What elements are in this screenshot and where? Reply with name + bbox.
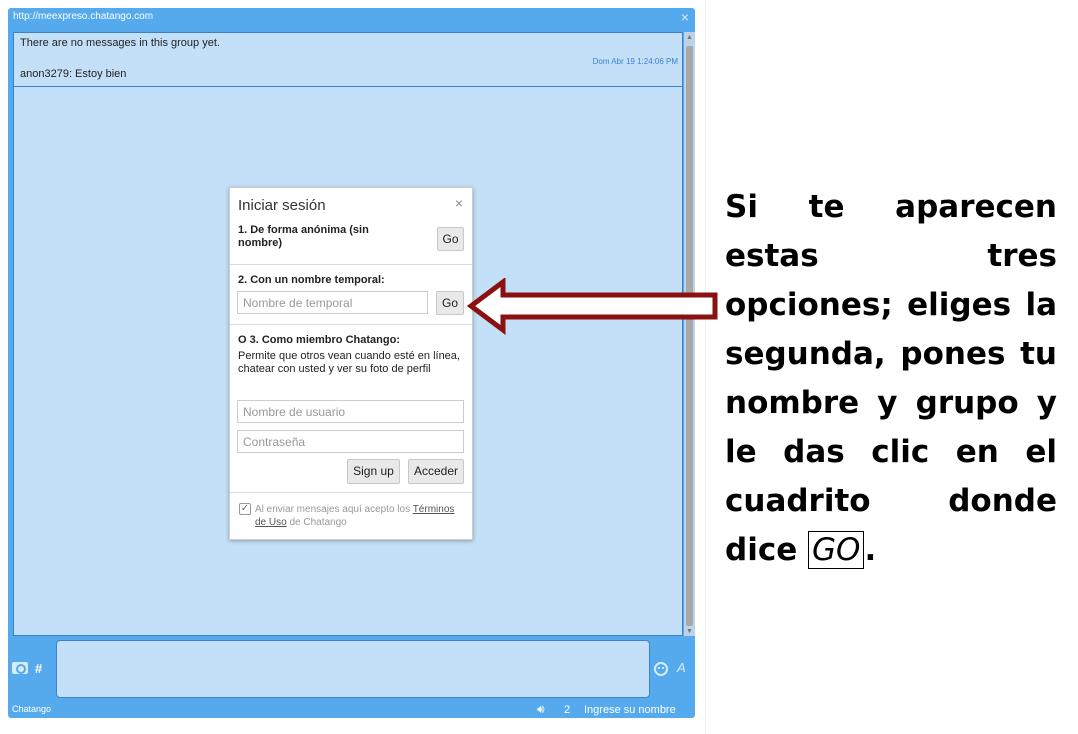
terms-text: Al enviar mensajes aquí acepto los Térmi… [255,503,465,529]
message-divider [14,86,682,87]
temp-name-option-label: 2. Con un nombre temporal: [238,274,385,286]
instruction-text: Si te aparecen estas tres opciones; elig… [725,183,1057,575]
member-option-description: Permite que otros vean cuando esté en lí… [238,350,460,375]
group-url[interactable]: http://meexpreso.chatango.com [13,11,153,22]
chatango-brand-link[interactable]: Chatango [12,704,51,714]
terms-suffix: de Chatango [289,517,347,528]
terms-prefix: Al enviar mensajes aquí acepto los [255,504,411,515]
dialog-divider [230,324,472,325]
dialog-close-icon[interactable]: × [455,195,463,211]
scrollbar-thumb[interactable] [686,46,693,626]
member-option-label: O 3. Como miembro Chatango: [238,334,400,346]
signup-button[interactable]: Sign up [347,459,400,484]
dialog-divider [230,264,472,265]
temp-name-input[interactable] [237,291,428,314]
anonymous-option-label: 1. De forma anónima (sin nombre) [238,224,369,249]
login-button[interactable]: Acceder [408,459,464,484]
camera-icon[interactable] [12,662,28,674]
chat-message: anon3279: Estoy bien [20,68,127,80]
input-bar: # A Chatango 🔊︎ 2 Ingrese su nombre [8,632,695,718]
instruction-body: Si te aparecen estas tres opciones; elig… [725,189,1057,568]
enter-name-link[interactable]: Ingrese su nombre [584,704,676,716]
username-input[interactable] [237,400,464,423]
scroll-up-icon[interactable]: ▲ [686,34,693,41]
anonymous-go-button[interactable]: Go [437,227,464,251]
dialog-divider [230,492,472,493]
password-input[interactable] [237,430,464,453]
close-icon[interactable]: × [681,9,689,25]
empty-group-notice: There are no messages in this group yet. [20,37,220,49]
message-timestamp: Dom Abr 19 1:24:06 PM [592,57,678,66]
title-bar: http://meexpreso.chatango.com × [8,8,695,28]
go-highlight-box: GO [808,531,865,569]
font-style-button[interactable]: A [677,660,686,675]
instruction-period: . [864,532,877,568]
emoticon-icon[interactable] [654,662,668,676]
temp-name-go-button[interactable]: Go [436,291,464,315]
hashtag-button[interactable]: # [35,661,42,676]
terms-checkbox[interactable]: ✓ [239,503,251,515]
login-dialog: Iniciar sesión × 1. De forma anónima (si… [229,187,473,540]
message-input[interactable] [56,640,650,698]
page-divider [705,0,706,734]
dialog-title: Iniciar sesión [238,197,326,214]
speaker-icon[interactable]: 🔊︎ [537,702,545,717]
annotation-arrow-icon [466,278,718,335]
user-count: 2 [564,704,571,716]
